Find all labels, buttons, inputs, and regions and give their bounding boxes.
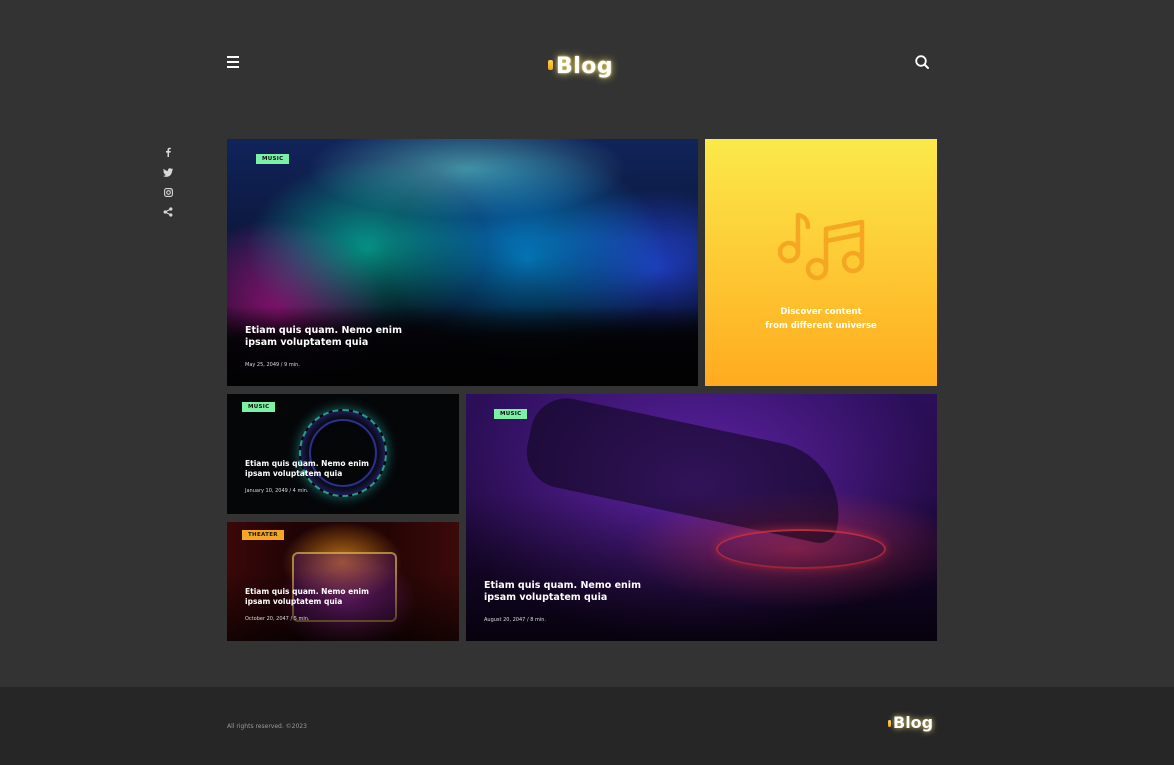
promo-card[interactable]: Discover content from different universe: [705, 139, 937, 386]
post-title-line: Etiam quis quam. Nemo enim: [245, 325, 402, 336]
post-meta: January 10, 2049 / 4 min.: [245, 488, 309, 494]
post-meta: August 20, 2047 / 8 min.: [484, 617, 547, 623]
post-title[interactable]: Etiam quis quam. Nemo enim ipsam volupta…: [484, 580, 641, 605]
post-title-line: ipsam voluptatem quia: [245, 337, 369, 349]
social-links: [160, 142, 176, 222]
hamburger-icon-bar: [227, 66, 239, 68]
promo-line: Discover content: [780, 307, 862, 317]
microphone-icon: [548, 60, 553, 70]
category-tag[interactable]: MUSIC: [494, 409, 528, 419]
post-card-large[interactable]: MUSIC Etiam quis quam. Nemo enim ipsam v…: [466, 394, 937, 641]
category-tag[interactable]: MUSIC: [256, 154, 290, 164]
post-title-line: Etiam quis quam. Nemo enim: [484, 580, 641, 591]
menu-button[interactable]: [227, 55, 241, 69]
post-title-line: ipsam voluptatem quia: [245, 468, 343, 478]
post-title-line: Etiam quis quam. Nemo enim: [245, 459, 369, 468]
search-icon: [915, 55, 929, 69]
post-meta: May 25, 2049 / 9 min.: [245, 362, 300, 368]
facebook-icon: [166, 147, 171, 157]
post-card-featured[interactable]: MUSIC Etiam quis quam. Nemo enim ipsam v…: [227, 139, 698, 386]
microphone-icon: [888, 720, 891, 727]
post-card[interactable]: MUSIC Etiam quis quam. Nemo enim ipsam v…: [227, 394, 459, 514]
post-title[interactable]: Etiam quis quam. Nemo enim ipsam volupta…: [245, 325, 402, 350]
logo-text: Blog: [556, 54, 614, 79]
twitter-icon: [163, 167, 173, 177]
instagram-icon: [163, 187, 173, 197]
post-title-line: Etiam quis quam. Nemo enim: [245, 587, 369, 596]
instagram-link[interactable]: [160, 182, 176, 202]
post-meta: October 20, 2047 / 5 min.: [245, 616, 310, 622]
post-card[interactable]: THEATER Etiam quis quam. Nemo enim ipsam…: [227, 522, 459, 641]
footer: All rights reserved. ©2023 Blog: [0, 687, 1174, 765]
promo-line: from different universe: [765, 320, 877, 331]
hamburger-icon-bar: [227, 56, 239, 58]
music-notes-icon: [777, 212, 865, 281]
category-tag[interactable]: MUSIC: [242, 402, 276, 412]
facebook-link[interactable]: [160, 142, 176, 162]
post-title[interactable]: Etiam quis quam. Nemo enim ipsam volupta…: [245, 587, 369, 607]
footer-logo[interactable]: Blog: [888, 715, 933, 731]
site-logo[interactable]: Blog: [548, 44, 613, 78]
post-title-line: ipsam voluptatem quia: [484, 592, 608, 604]
share-icon: [163, 207, 173, 217]
share-link[interactable]: [160, 202, 176, 222]
post-title-line: ipsam voluptatem quia: [245, 596, 343, 606]
hamburger-icon-bar: [227, 61, 239, 63]
search-button[interactable]: [914, 54, 930, 70]
promo-text: Discover content from different universe: [705, 306, 937, 333]
copyright-text: All rights reserved. ©2023: [227, 723, 307, 730]
footer-logo-text: Blog: [893, 713, 934, 732]
twitter-link[interactable]: [160, 162, 176, 182]
post-title[interactable]: Etiam quis quam. Nemo enim ipsam volupta…: [245, 459, 369, 479]
category-tag[interactable]: THEATER: [242, 530, 284, 540]
